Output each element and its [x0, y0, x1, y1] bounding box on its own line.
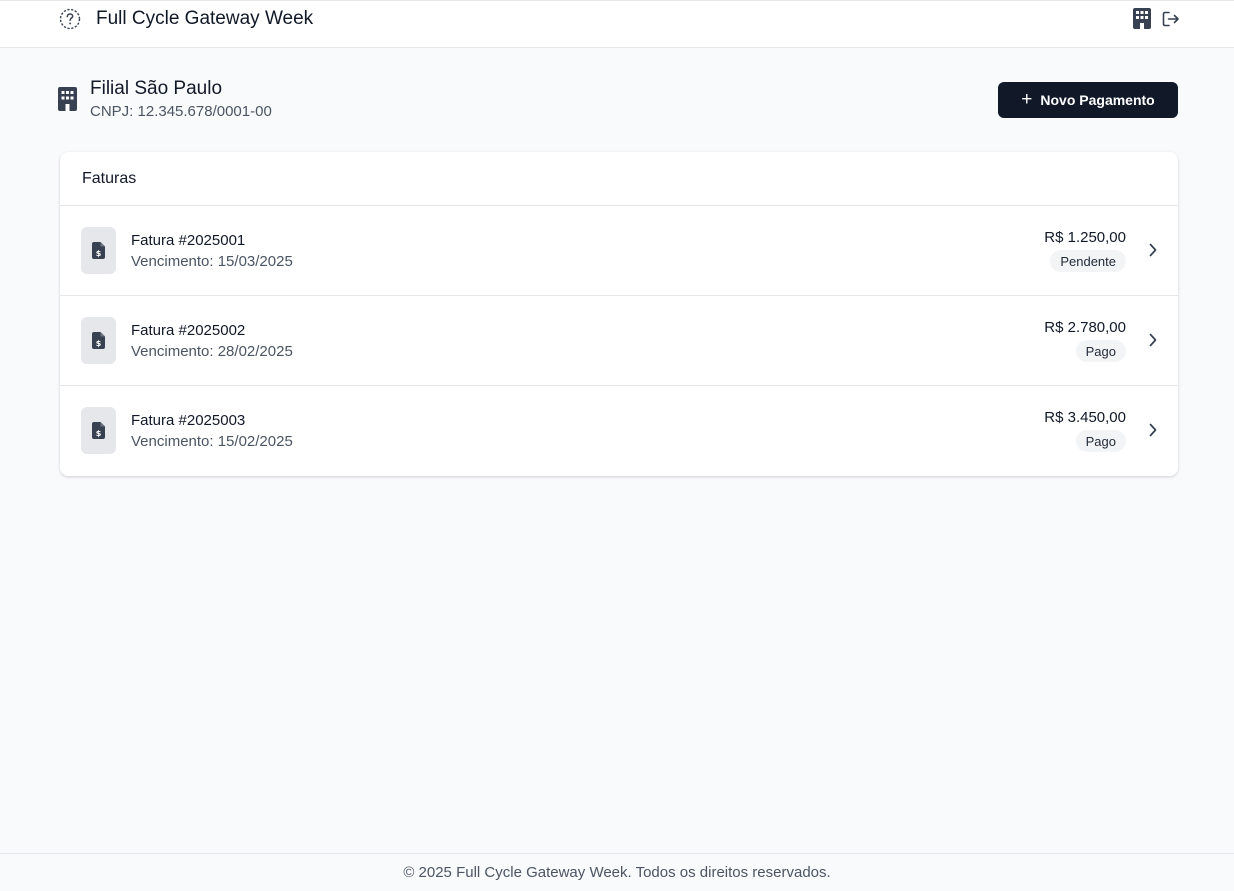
invoice-amount: R$ 3.450,00	[1044, 409, 1126, 426]
invoice-row[interactable]: $ Fatura #2025002 Vencimento: 28/02/2025…	[60, 296, 1178, 386]
copyright-text: © 2025 Full Cycle Gateway Week. Todos os…	[403, 864, 831, 881]
invoice-dollar-icon: $	[92, 332, 105, 349]
invoice-due-date: Vencimento: 15/03/2025	[131, 253, 293, 270]
help-circle-icon[interactable]	[59, 8, 81, 30]
invoice-dollar-icon: $	[92, 422, 105, 439]
chevron-right-icon[interactable]	[1148, 422, 1158, 438]
new-payment-button[interactable]: + Novo Pagamento	[998, 82, 1178, 118]
invoices-card: Faturas $ Fatura #2025001 Vencimento: 15…	[60, 152, 1178, 476]
invoice-row[interactable]: $ Fatura #2025003 Vencimento: 15/02/2025…	[60, 386, 1178, 476]
chevron-right-icon[interactable]	[1148, 242, 1158, 258]
building-icon	[58, 87, 77, 111]
svg-text:$: $	[96, 249, 102, 258]
status-badge: Pago	[1075, 430, 1126, 452]
invoice-due-date: Vencimento: 15/02/2025	[131, 433, 293, 450]
branch-name: Filial São Paulo	[90, 78, 223, 99]
invoice-icon-box: $	[81, 227, 116, 274]
invoice-icon-box: $	[81, 317, 116, 364]
svg-text:$: $	[96, 339, 102, 348]
status-badge: Pago	[1075, 340, 1126, 362]
svg-text:$: $	[96, 429, 102, 438]
logout-icon[interactable]	[1162, 11, 1180, 27]
invoice-icon-box: $	[81, 407, 116, 454]
branch-cnpj: CNPJ: 12.345.678/0001-00	[90, 103, 272, 120]
footer: © 2025 Full Cycle Gateway Week. Todos os…	[0, 853, 1234, 891]
chevron-right-icon[interactable]	[1148, 332, 1158, 348]
new-payment-label: Novo Pagamento	[1040, 92, 1155, 108]
app-title: Full Cycle Gateway Week	[96, 8, 314, 29]
invoice-due-date: Vencimento: 28/02/2025	[131, 343, 293, 360]
building-icon[interactable]	[1133, 8, 1151, 29]
invoice-amount: R$ 2.780,00	[1044, 319, 1126, 336]
plus-icon: +	[1021, 88, 1033, 110]
invoice-title: Fatura #2025001	[131, 232, 246, 249]
invoice-amount: R$ 1.250,00	[1044, 229, 1126, 246]
invoice-row[interactable]: $ Fatura #2025001 Vencimento: 15/03/2025…	[60, 206, 1178, 296]
invoice-title: Fatura #2025002	[131, 322, 246, 339]
invoice-dollar-icon: $	[92, 242, 105, 259]
invoice-title: Fatura #2025003	[131, 412, 246, 429]
top-navbar: Full Cycle Gateway Week	[0, 0, 1234, 48]
status-badge: Pendente	[1050, 250, 1126, 272]
invoices-title: Faturas	[60, 152, 1178, 206]
